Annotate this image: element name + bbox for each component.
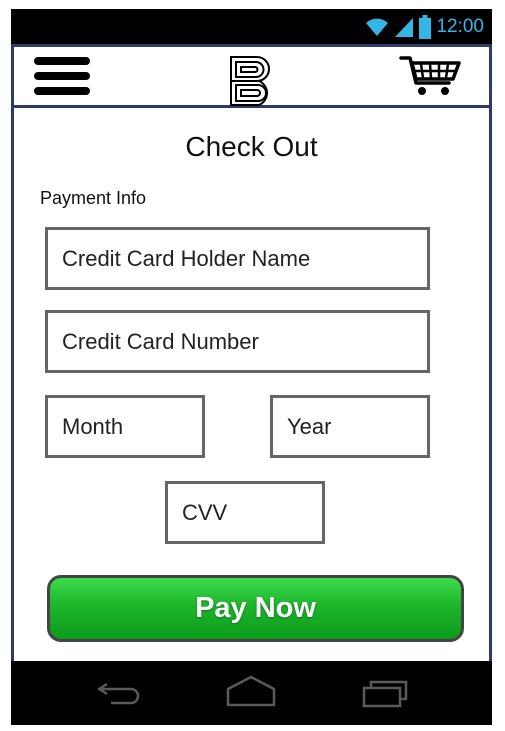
pay-now-button[interactable]: Pay Now	[47, 575, 464, 642]
app-bar	[11, 44, 492, 108]
shopping-cart-icon[interactable]	[399, 55, 461, 97]
home-icon[interactable]	[224, 675, 278, 709]
navigation-bar	[11, 661, 492, 725]
status-time: 12:00	[436, 16, 484, 37]
menu-icon[interactable]	[34, 55, 90, 98]
battery-icon	[419, 15, 432, 39]
payment-info-label: Payment Info	[40, 188, 147, 208]
page-title: Check Out	[185, 131, 318, 162]
cvv-input[interactable]	[165, 481, 325, 544]
back-icon[interactable]	[93, 675, 147, 709]
status-icons: 12:00	[365, 14, 484, 40]
status-bar: 12:00	[11, 9, 492, 44]
card-number-input[interactable]	[45, 310, 430, 373]
signal-icon	[395, 18, 414, 37]
brand-logo-icon	[230, 56, 270, 106]
phone-screen: 12:00 Check Out Payment Info Credit Card…	[11, 9, 492, 725]
year-input[interactable]	[270, 395, 430, 458]
month-input[interactable]	[45, 395, 205, 458]
recent-apps-icon[interactable]	[361, 675, 415, 709]
card-holder-name-input[interactable]	[45, 227, 430, 290]
wifi-icon	[366, 18, 389, 36]
